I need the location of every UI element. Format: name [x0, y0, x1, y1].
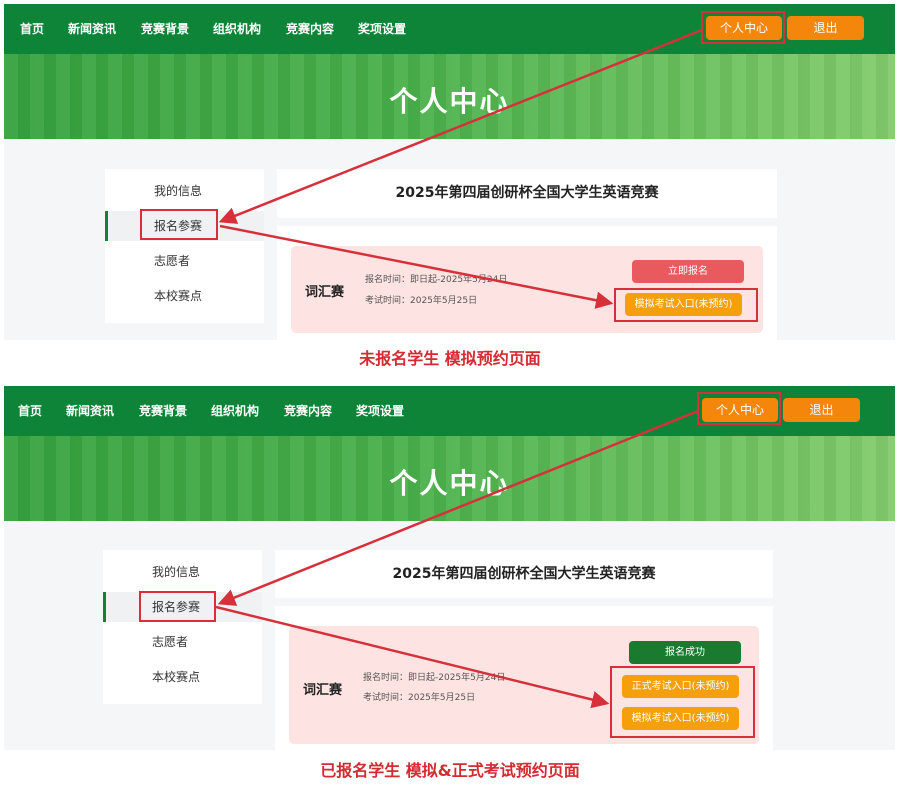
- arrow-personal-center-to-tab-bottom: [217, 409, 699, 606]
- annotation-arrows: [215, 28, 703, 709]
- caption-unregistered: 未报名学生 模拟预约页面: [359, 349, 541, 368]
- arrow-tab-to-mock-exam-top: [219, 224, 614, 309]
- arrow-personal-center-to-tab-top: [218, 28, 703, 224]
- caption-registered: 已报名学生 模拟&正式考试预约页面: [320, 761, 580, 780]
- arrow-tab-to-exam-buttons-bottom: [215, 605, 610, 709]
